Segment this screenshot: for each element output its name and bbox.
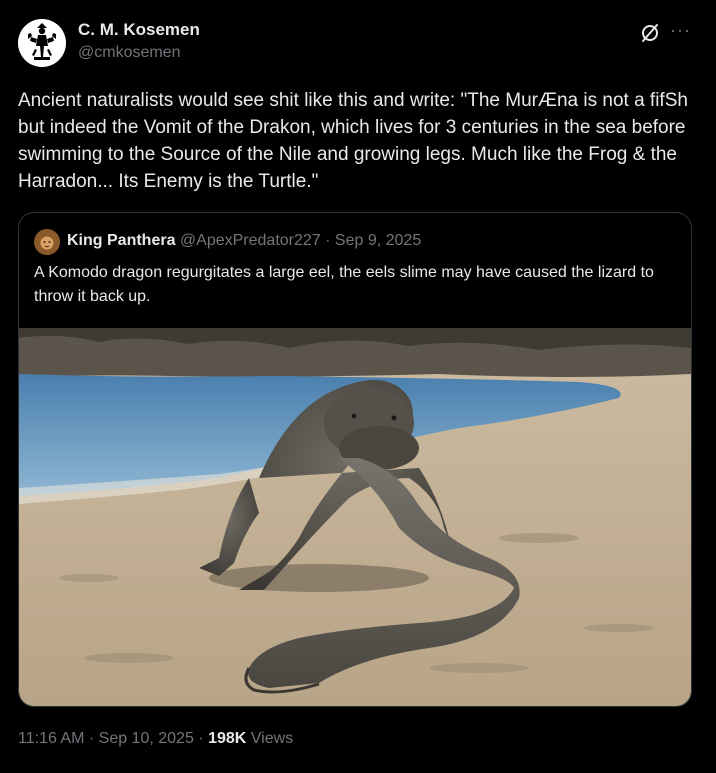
tweet: C. M. Kosemen @cmkosemen ··· Ancient nat… (0, 0, 716, 773)
quoted-display-name[interactable]: King Panthera (67, 232, 175, 249)
more-options-icon[interactable]: ··· (670, 20, 691, 41)
grok-icon[interactable] (639, 22, 661, 44)
quoted-date[interactable]: Sep 9, 2025 (335, 232, 421, 249)
quoted-handle[interactable]: @ApexPredator227 (180, 232, 321, 249)
footer-separator: · (193, 730, 209, 747)
views-label: Views (246, 730, 294, 747)
tweet-time[interactable]: 11:16 AM (18, 730, 84, 747)
author-avatar[interactable] (18, 19, 66, 67)
quoted-tweet-header: King Panthera @ApexPredator227 · Sep 9, … (67, 232, 421, 250)
quoted-tweet[interactable]: King Panthera @ApexPredator227 · Sep 9, … (18, 212, 692, 707)
lion-avatar-icon[interactable] (34, 229, 60, 255)
author-display-name[interactable]: C. M. Kosemen (78, 20, 200, 40)
tweet-date[interactable]: Sep 10, 2025 (99, 730, 194, 747)
komodo-dragon-eel-photo[interactable] (19, 328, 691, 706)
footer-separator: · (84, 730, 99, 747)
views-count[interactable]: 198K (208, 730, 246, 747)
tweet-text: Ancient naturalists would see shit like … (18, 90, 694, 192)
quoted-separator: · (320, 232, 335, 249)
tweet-footer: 11:16 AM · Sep 10, 2025 · 198K Views (18, 730, 293, 748)
heraldic-figure-icon (18, 19, 66, 67)
quoted-tweet-text: A Komodo dragon regurgitates a large eel… (34, 264, 654, 305)
author-handle[interactable]: @cmkosemen (78, 44, 181, 62)
